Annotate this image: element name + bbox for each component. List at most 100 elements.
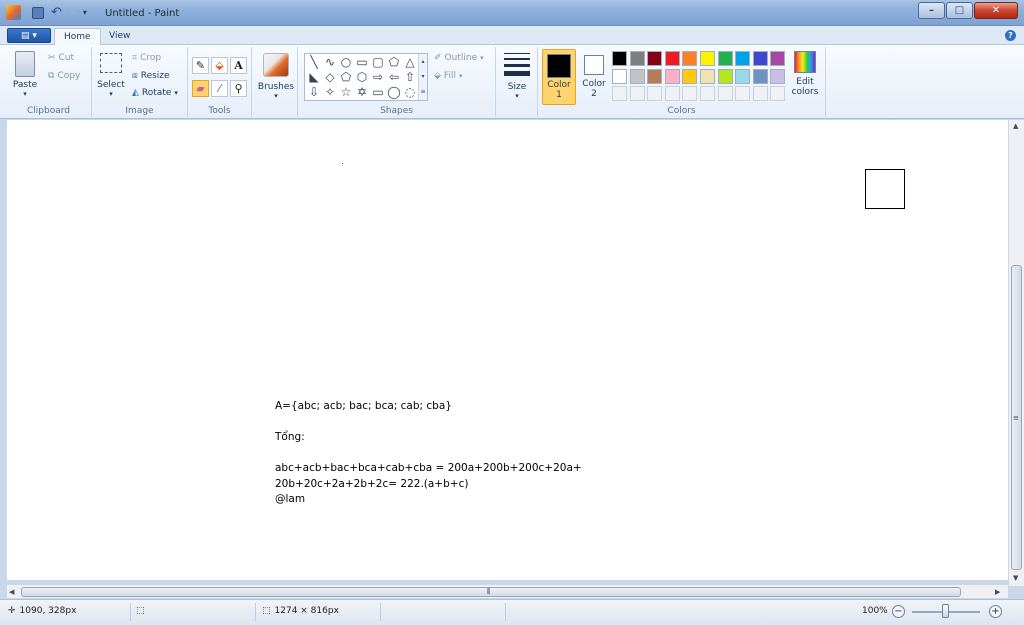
pencil-icon[interactable]: ✎: [192, 57, 209, 74]
paint-menu-button[interactable]: ▤ ▾: [7, 28, 51, 43]
oval-callout-shape-icon[interactable]: ◯: [387, 85, 401, 99]
down-arrow-shape-icon[interactable]: ⇩: [307, 85, 321, 99]
size-button[interactable]: Size ▾: [502, 53, 532, 100]
rounded-rectangle-shape-icon[interactable]: ▢: [371, 55, 385, 69]
crop-button[interactable]: ⌗ Crop: [132, 53, 161, 63]
scroll-down-icon[interactable]: ▼: [1013, 574, 1018, 582]
scroll-up-icon[interactable]: ▲: [1013, 122, 1018, 130]
custom-color-slot[interactable]: [700, 86, 715, 101]
fill-icon: ⬙: [434, 71, 441, 81]
custom-color-slot[interactable]: [752, 86, 768, 101]
horizontal-scrollbar[interactable]: ◀ ⦀ ▶: [7, 584, 1008, 598]
paint-app-icon[interactable]: [6, 5, 21, 20]
palette-swatch[interactable]: [752, 68, 768, 84]
color2-button[interactable]: Color 2: [578, 49, 610, 105]
zoom-in-button[interactable]: +: [989, 605, 1002, 618]
scroll-right-icon[interactable]: ▶: [995, 588, 1000, 596]
close-button[interactable]: ✕: [974, 2, 1018, 19]
rectangle-shape-icon[interactable]: ▭: [355, 55, 369, 69]
zoom-out-button[interactable]: −: [892, 605, 905, 618]
palette-swatch[interactable]: [735, 68, 751, 84]
redo-icon[interactable]: ↷: [65, 5, 76, 20]
polygon-shape-icon[interactable]: ⬠: [387, 55, 401, 69]
custom-color-slot[interactable]: [735, 86, 751, 101]
zoom-slider-thumb[interactable]: [942, 604, 949, 618]
palette-swatch[interactable]: [647, 51, 663, 66]
six-point-star-shape-icon[interactable]: ✡: [355, 85, 369, 99]
magnifier-icon[interactable]: ⚲: [230, 80, 247, 97]
tab-home[interactable]: Home: [54, 28, 101, 45]
customize-quick-access-icon[interactable]: ▾: [83, 8, 87, 17]
right-triangle-shape-icon[interactable]: ◣: [307, 70, 321, 84]
palette-swatch[interactable]: [717, 51, 733, 66]
custom-color-slot[interactable]: [717, 86, 733, 101]
right-arrow-shape-icon[interactable]: ⇨: [371, 70, 385, 84]
select-button[interactable]: Select ▾: [96, 53, 126, 98]
palette-swatch[interactable]: [629, 68, 645, 84]
paste-dropdown-icon: ▾: [23, 90, 27, 98]
eraser-icon[interactable]: ▰: [192, 80, 209, 97]
palette-swatch[interactable]: [612, 51, 627, 66]
palette-swatch[interactable]: [700, 68, 715, 84]
fill-bucket-icon[interactable]: ⬙: [211, 57, 228, 74]
scroll-left-icon[interactable]: ◀: [9, 588, 14, 596]
palette-swatch[interactable]: [735, 51, 751, 66]
cut-button[interactable]: ✂ Cut: [48, 53, 74, 63]
undo-icon[interactable]: ↶: [51, 5, 62, 20]
brushes-button[interactable]: Brushes ▾: [256, 53, 296, 100]
palette-swatch[interactable]: [612, 68, 627, 84]
resize-button[interactable]: ⧈ Resize: [132, 71, 170, 81]
fill-button[interactable]: ⬙ Fill ▾: [434, 71, 462, 81]
vertical-grip-icon: ≡: [1013, 414, 1019, 422]
pentagon-shape-icon[interactable]: ⬠: [339, 70, 353, 84]
palette-swatch[interactable]: [664, 51, 680, 66]
crosshair-icon: ✛: [8, 606, 16, 616]
color-picker-icon[interactable]: ⁄: [211, 80, 228, 97]
palette-swatch[interactable]: [752, 51, 768, 66]
five-point-star-shape-icon[interactable]: ☆: [339, 85, 353, 99]
oval-shape-icon[interactable]: ○: [339, 55, 353, 69]
palette-swatch[interactable]: [682, 68, 698, 84]
left-arrow-shape-icon[interactable]: ⇦: [387, 70, 401, 84]
text-tool-icon[interactable]: A: [230, 57, 247, 74]
curve-shape-icon[interactable]: ∿: [323, 55, 337, 69]
drawing-canvas[interactable]: A={abc; acb; bac; bca; cab; cba} Tổng: a…: [7, 120, 1008, 580]
color2-label: Color 2: [582, 79, 606, 99]
palette-swatch[interactable]: [717, 68, 733, 84]
copy-button[interactable]: ⧉ Copy: [48, 71, 80, 81]
custom-color-slot[interactable]: [612, 86, 627, 101]
custom-color-slot[interactable]: [647, 86, 663, 101]
palette-swatch[interactable]: [682, 51, 698, 66]
palette-swatch[interactable]: [770, 68, 786, 84]
custom-color-slot[interactable]: [682, 86, 698, 101]
palette-swatch[interactable]: [664, 68, 680, 84]
up-arrow-shape-icon[interactable]: ⇧: [403, 70, 417, 84]
help-icon[interactable]: ?: [1005, 30, 1016, 41]
horizontal-scroll-thumb[interactable]: [21, 587, 961, 597]
outline-button[interactable]: ✐ Outline ▾: [434, 53, 484, 63]
line-shape-icon[interactable]: ╲: [307, 55, 321, 69]
palette-swatch[interactable]: [647, 68, 663, 84]
four-point-star-shape-icon[interactable]: ✧: [323, 85, 337, 99]
custom-color-slot[interactable]: [770, 86, 786, 101]
custom-color-slot[interactable]: [664, 86, 680, 101]
vertical-scrollbar[interactable]: ▲ ≡ ▼: [1008, 120, 1024, 586]
save-icon[interactable]: [32, 6, 44, 19]
palette-swatch[interactable]: [770, 51, 786, 66]
palette-swatch[interactable]: [629, 51, 645, 66]
diamond-shape-icon[interactable]: ◇: [323, 70, 337, 84]
tab-view[interactable]: View: [100, 28, 139, 45]
rectangular-callout-shape-icon[interactable]: ▭: [371, 85, 385, 99]
custom-color-slot[interactable]: [629, 86, 645, 101]
palette-swatch[interactable]: [700, 51, 715, 66]
hexagon-shape-icon[interactable]: ⬡: [355, 70, 369, 84]
maximize-button[interactable]: □: [946, 2, 973, 19]
minimize-button[interactable]: –: [918, 2, 945, 19]
triangle-shape-icon[interactable]: △: [403, 55, 417, 69]
edit-colors-button[interactable]: Edit colors: [788, 51, 822, 97]
rotate-button[interactable]: ◭ Rotate ▾: [132, 88, 178, 98]
paste-button[interactable]: Paste ▾: [10, 51, 40, 98]
shapes-scroll[interactable]: ▴ ▾ ≡: [418, 54, 427, 100]
color1-button[interactable]: Color 1: [542, 49, 576, 105]
cloud-callout-shape-icon[interactable]: ◌: [403, 85, 417, 99]
